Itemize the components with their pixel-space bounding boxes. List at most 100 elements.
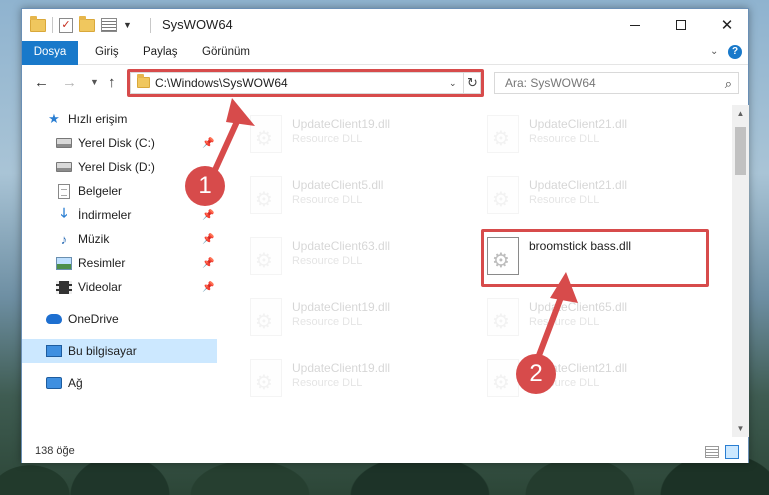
scroll-down-icon[interactable]: ▼ xyxy=(732,420,749,437)
file-item[interactable]: UpdateClient5.dll Resource DLL xyxy=(222,170,452,220)
search-icon[interactable]: ⌕ xyxy=(725,76,732,92)
file-item[interactable]: UpdateClient21.dll Resource DLL xyxy=(459,353,689,403)
file-name: UpdateClient63.dll xyxy=(292,239,391,253)
computer-icon xyxy=(46,344,62,358)
pictures-icon xyxy=(56,256,72,270)
minimize-button[interactable] xyxy=(612,9,658,41)
tab-view[interactable]: Görünüm xyxy=(192,41,260,64)
network-icon xyxy=(46,376,62,390)
toolbar-divider xyxy=(52,17,53,33)
dll-file-icon xyxy=(487,298,519,336)
pin-icon[interactable]: 📌 xyxy=(202,138,214,149)
file-type: Resource DLL xyxy=(529,316,600,328)
file-item[interactable]: UpdateClient63.dll Resource DLL xyxy=(222,231,452,281)
file-item[interactable]: UpdateClient19.dll Resource DLL xyxy=(222,353,452,403)
sidebar-item-this-pc[interactable]: Bu bilgisayar xyxy=(22,339,217,363)
sidebar-item-quick-access[interactable]: ★ Hızlı erişim xyxy=(22,107,217,131)
up-arrow-icon[interactable]: ↑ xyxy=(108,74,116,91)
download-icon: 🡓 xyxy=(60,205,68,220)
dll-file-icon xyxy=(487,176,519,214)
drive-icon xyxy=(56,136,72,150)
sidebar-item-music[interactable]: ♪ Müzik 📌 xyxy=(22,227,217,251)
ribbon-controls: ⌄ ? xyxy=(710,45,742,59)
quick-access-toolbar: ✓ ▼ xyxy=(30,15,132,33)
file-explorer-window: ✓ ▼ SysWOW64 ✕ Dosya Giriş Paylaş Görünü… xyxy=(21,8,749,463)
sidebar-item-network[interactable]: Ağ xyxy=(22,371,217,395)
sidebar-item-videos[interactable]: Videolar 📌 xyxy=(22,275,217,299)
scrollbar-thumb[interactable] xyxy=(735,127,746,175)
file-item[interactable]: UpdateClient19.dll Resource DLL xyxy=(222,292,452,342)
close-icon: ✕ xyxy=(720,17,734,34)
file-type: Resource DLL xyxy=(292,377,363,389)
navigation-bar: ← → ▼ ↑ C:\Windows\SysWOW64 ⌄ ↻ Ara: Sys… xyxy=(22,65,748,99)
sidebar-item-label: OneDrive xyxy=(68,312,119,326)
maximize-button[interactable] xyxy=(658,9,704,41)
pin-icon[interactable]: 📌 xyxy=(202,258,214,269)
close-button[interactable]: ✕ xyxy=(704,9,750,41)
file-name: UpdateClient5.dll xyxy=(292,178,384,192)
file-type: Resource DLL xyxy=(292,194,363,206)
large-icons-view-icon[interactable] xyxy=(725,445,739,459)
dll-file-icon xyxy=(250,115,282,153)
file-name: UpdateClient21.dll xyxy=(529,178,628,192)
file-type: Resource DLL xyxy=(529,194,600,206)
sidebar-item-label: İndirmeler xyxy=(78,208,132,222)
dll-file-icon xyxy=(250,176,282,214)
sidebar-item-label: Yerel Disk (C:) xyxy=(78,136,155,150)
sidebar-item-label: Hızlı erişim xyxy=(68,112,128,126)
onedrive-icon xyxy=(46,312,62,326)
file-item[interactable]: UpdateClient21.dll Resource DLL xyxy=(459,170,689,220)
search-input[interactable]: Ara: SysWOW64 ⌕ xyxy=(494,72,739,94)
dll-file-icon xyxy=(487,115,519,153)
sidebar-item-onedrive[interactable]: OneDrive xyxy=(22,307,217,331)
help-icon[interactable]: ? xyxy=(728,45,742,59)
sidebar-item-label: Yerel Disk (D:) xyxy=(78,160,155,174)
details-view-icon[interactable] xyxy=(705,446,719,458)
properties-icon[interactable] xyxy=(101,18,117,32)
status-bar: 138 öğe xyxy=(22,441,748,463)
minimize-icon xyxy=(630,24,640,26)
pin-icon[interactable]: 📌 xyxy=(202,234,214,245)
dll-file-icon xyxy=(487,359,519,397)
dll-file-icon xyxy=(250,237,282,275)
item-count: 138 öğe xyxy=(35,445,75,457)
step-2-badge: 2 xyxy=(516,354,556,394)
scroll-up-icon[interactable]: ▲ xyxy=(732,105,749,122)
back-arrow-icon[interactable]: ← xyxy=(34,74,49,91)
vertical-scrollbar[interactable]: ▲ ▼ xyxy=(732,105,749,437)
title-divider xyxy=(150,18,151,33)
window-title: SysWOW64 xyxy=(162,17,233,32)
sidebar-item-downloads[interactable]: 🡓 İndirmeler 📌 xyxy=(22,203,217,227)
file-item[interactable]: UpdateClient21.dll Resource DLL xyxy=(459,109,689,159)
music-icon: ♪ xyxy=(60,231,68,247)
tab-share[interactable]: Paylaş xyxy=(133,41,188,64)
recent-locations-icon[interactable]: ▼ xyxy=(90,77,99,87)
sidebar-item-label: Ağ xyxy=(68,376,83,390)
file-name: UpdateClient19.dll xyxy=(292,361,391,375)
file-item[interactable]: UpdateClient19.dll Resource DLL xyxy=(222,109,452,159)
step-1-badge: 1 xyxy=(185,166,225,206)
star-icon: ★ xyxy=(48,111,60,126)
customize-toolbar-icon[interactable]: ▼ xyxy=(123,20,132,30)
pin-icon[interactable]: 📌 xyxy=(202,282,214,293)
search-placeholder: Ara: SysWOW64 xyxy=(505,76,596,90)
sidebar-item-local-disk-c[interactable]: Yerel Disk (C:) 📌 xyxy=(22,131,217,155)
properties-check-icon[interactable]: ✓ xyxy=(59,17,73,33)
title-bar: ✓ ▼ SysWOW64 ✕ xyxy=(22,9,748,41)
new-folder-icon[interactable] xyxy=(79,15,95,32)
file-type: Resource DLL xyxy=(529,133,600,145)
ribbon: Dosya Giriş Paylaş Görünüm ⌄ ? xyxy=(22,41,748,91)
sidebar-item-label: Müzik xyxy=(78,232,110,246)
sidebar-item-label: Bu bilgisayar xyxy=(68,344,137,358)
pin-icon[interactable]: 📌 xyxy=(202,210,214,221)
file-name: UpdateClient65.dll xyxy=(529,300,628,314)
tab-home[interactable]: Giriş xyxy=(85,41,129,64)
sidebar-item-pictures[interactable]: Resimler 📌 xyxy=(22,251,217,275)
file-highlight-box xyxy=(481,229,709,287)
file-item[interactable]: UpdateClient65.dll Resource DLL xyxy=(459,292,689,342)
sidebar-item-label: Resimler xyxy=(78,256,126,270)
file-name: UpdateClient19.dll xyxy=(292,117,391,131)
expand-ribbon-icon[interactable]: ⌄ xyxy=(710,47,720,57)
document-icon xyxy=(56,183,72,199)
forward-arrow-icon[interactable]: → xyxy=(62,74,77,91)
